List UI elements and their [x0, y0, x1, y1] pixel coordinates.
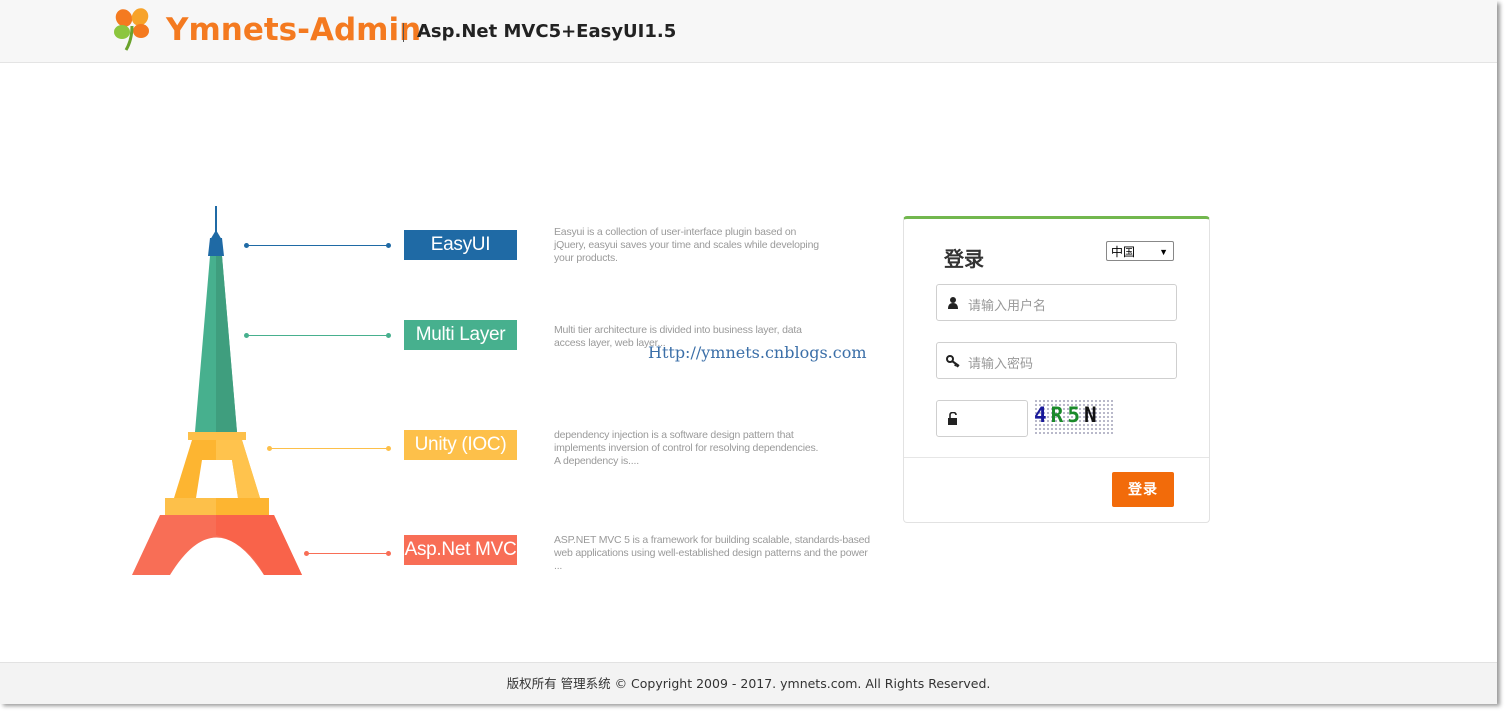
captcha-image[interactable]: 4R5N	[1034, 399, 1114, 435]
feature-leader-line	[267, 446, 391, 451]
four-leaf-clover-icon	[114, 8, 149, 51]
login-panel: 登录 中国 ▼ 请输入用户名 请输入密码 4R5N 登录	[903, 216, 1210, 523]
captcha-char: 5	[1067, 403, 1084, 427]
feature-tag-unity-ioc: Unity (IOC)	[404, 430, 517, 460]
copyright-text: 版权所有 管理系统 © Copyright 2009 - 2017. ymnet…	[506, 676, 991, 691]
captcha-char: 4	[1034, 403, 1051, 427]
feature-description-unity-ioc: dependency injection is a software desig…	[554, 429, 819, 467]
feature-leader-line	[304, 551, 391, 556]
eiffel-tower-illustration	[132, 206, 302, 575]
header: Ymnets-Admin Asp.Net MVC5+EasyUI1.5	[0, 0, 1497, 63]
feature-description-easyui: Easyui is a collection of user-interface…	[554, 226, 819, 264]
language-select[interactable]: 中国 ▼	[1106, 241, 1174, 261]
login-title: 登录	[944, 249, 984, 271]
feature-tag-aspnet-mvc: Asp.Net MVC	[404, 535, 517, 565]
captcha-char: N	[1083, 403, 1101, 427]
key-icon	[946, 355, 960, 368]
feature-leader-line	[244, 333, 391, 338]
page-frame: Ymnets-Admin Asp.Net MVC5+EasyUI1.5 Easy…	[0, 0, 1497, 704]
watermark-url: Http://ymnets.cnblogs.com	[648, 343, 867, 362]
footer: 版权所有 管理系统 © Copyright 2009 - 2017. ymnet…	[0, 662, 1497, 704]
header-subtitle: Asp.Net MVC5+EasyUI1.5	[417, 21, 677, 42]
feature-leader-line	[244, 243, 391, 248]
feature-tag-multi-layer: Multi Layer	[404, 320, 517, 350]
password-field[interactable]: 请输入密码	[936, 342, 1177, 379]
language-select-value: 中国	[1111, 245, 1136, 259]
captcha-char: R	[1050, 403, 1068, 427]
username-field[interactable]: 请输入用户名	[936, 284, 1177, 321]
login-divider	[904, 457, 1209, 458]
feature-tag-easyui: EasyUI	[404, 230, 517, 260]
header-divider	[403, 23, 404, 42]
password-placeholder: 请输入密码	[968, 356, 1034, 371]
user-icon	[948, 297, 958, 309]
chevron-down-icon: ▼	[1159, 247, 1168, 257]
feature-description-aspnet-mvc: ASP.NET MVC 5 is a framework for buildin…	[554, 534, 870, 572]
login-button[interactable]: 登录	[1112, 472, 1174, 507]
username-placeholder: 请输入用户名	[968, 298, 1047, 313]
captcha-input[interactable]	[936, 400, 1028, 437]
brand-title: Ymnets-Admin	[166, 12, 422, 48]
unlock-icon	[948, 412, 957, 425]
